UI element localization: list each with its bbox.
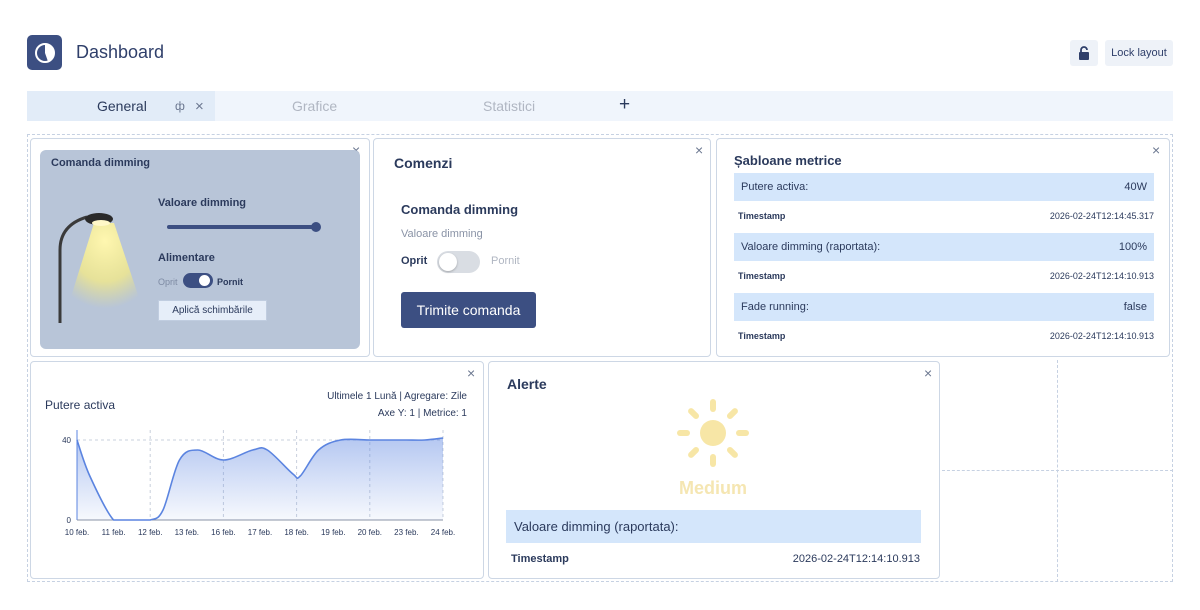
x-tick-label: 19 feb. (321, 528, 345, 537)
timestamp-label: Timestamp (511, 553, 569, 565)
alert-row: Valoare dimming (raportata): (506, 510, 921, 543)
widget-title: Alerte (507, 376, 547, 392)
timestamp-value: 2026-02-24T12:14:10.913 (792, 553, 920, 565)
x-tick-label: 10 feb. (65, 528, 89, 537)
x-tick-label: 17 feb. (248, 528, 272, 537)
x-tick-label: 18 feb. (284, 528, 308, 537)
x-tick-label: 13 feb. (175, 528, 199, 537)
y-tick-label: 0 (67, 516, 72, 525)
close-icon[interactable]: × (924, 366, 932, 380)
dashboard-root: Dashboard Lock layout General ф × Grafic… (0, 0, 1200, 610)
chart-area (77, 438, 443, 520)
sun-icon (673, 393, 753, 473)
x-tick-label: 23 feb. (394, 528, 418, 537)
x-tick-label: 16 feb. (211, 528, 235, 537)
y-tick-label: 40 (62, 436, 71, 445)
severity-label: Medium (678, 478, 747, 498)
x-tick-label: 20 feb. (358, 528, 382, 537)
alert-label: Valoare dimming (raportata): (514, 519, 679, 534)
x-tick-label: 11 feb. (102, 528, 126, 537)
x-tick-label: 12 feb. (138, 528, 162, 537)
x-tick-label: 24 feb. (431, 528, 455, 537)
